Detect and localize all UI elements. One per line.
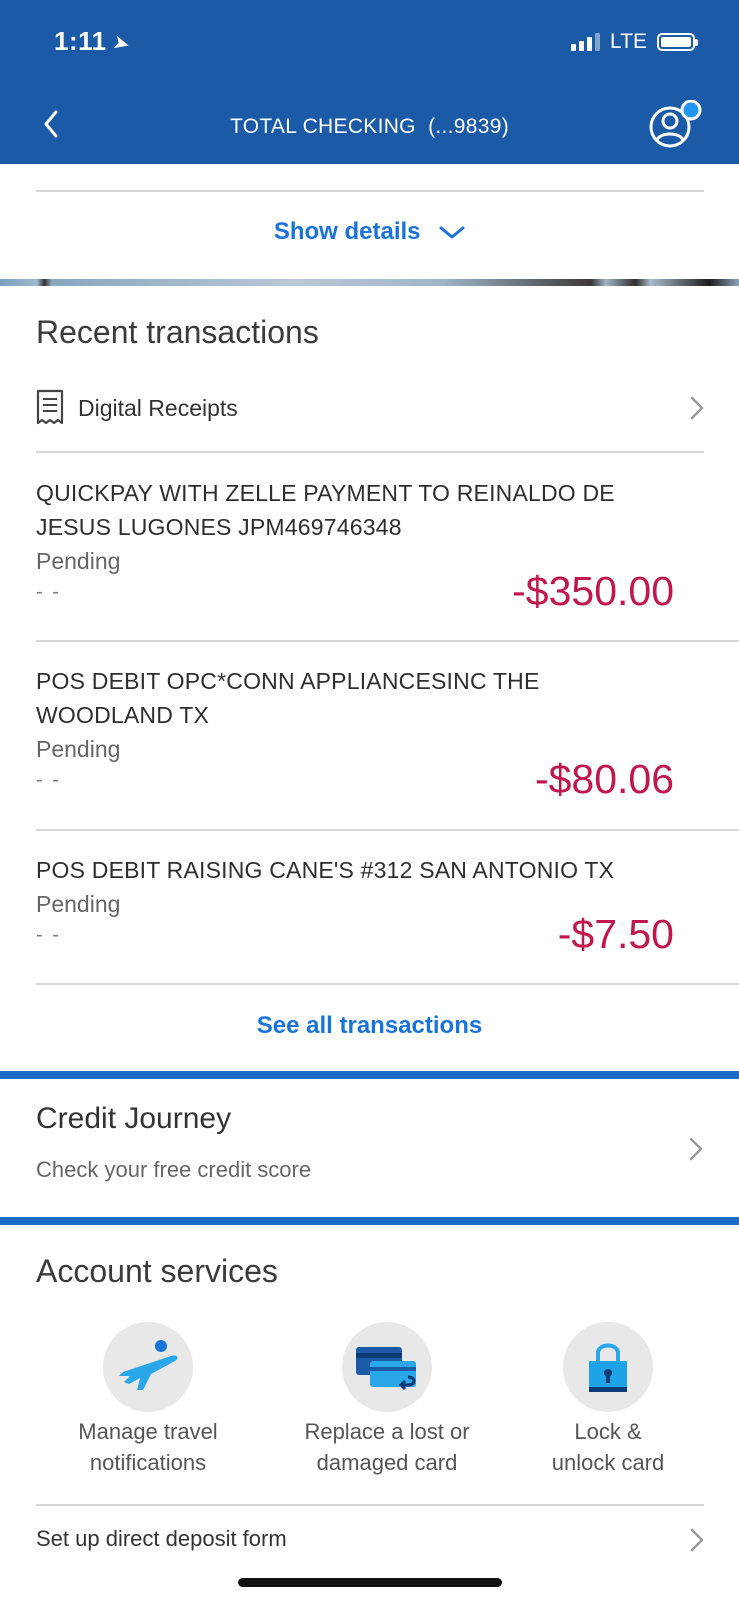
- chevron-right-icon: [689, 1137, 703, 1161]
- service-label-line: Replace a lost or: [304, 1419, 470, 1444]
- service-label-line: notifications: [89, 1450, 207, 1475]
- service-label-line: Manage travel: [78, 1419, 218, 1444]
- transaction-amount: -$350.00: [512, 568, 674, 614]
- signal-strength-icon: [571, 33, 601, 51]
- location-arrow-icon: ➤: [109, 31, 133, 57]
- transaction-description: POS DEBIT RAISING CANE'S #312 SAN ANTONI…: [36, 857, 615, 883]
- account-services-heading: Account services: [36, 1253, 278, 1289]
- service-label-line: Lock &: [574, 1419, 642, 1444]
- account-services-grid: Manage travel notifications Replace a lo…: [36, 1322, 704, 1482]
- page-title: TOTAL CHECKING (...9839): [229, 115, 509, 138]
- header-bar: 1:11 ➤ LTE TOTAL CHECKING (...9839): [0, 0, 739, 164]
- see-all-transactions-link[interactable]: See all transactions: [0, 1012, 739, 1040]
- status-time: 1:11 ➤: [54, 26, 133, 57]
- recent-transactions-heading: Recent transactions: [36, 314, 319, 350]
- receipt-icon: [36, 389, 64, 425]
- credit-journey-card[interactable]: Credit Journey Check your free credit sc…: [0, 1079, 739, 1217]
- replace-card-button[interactable]: Replace a lost or damaged card: [277, 1322, 497, 1478]
- battery-icon: [657, 33, 698, 51]
- direct-deposit-row[interactable]: Set up direct deposit form: [36, 1526, 704, 1552]
- service-label: Manage travel notifications: [38, 1416, 258, 1478]
- divider: [36, 640, 739, 642]
- section-separator: [0, 1071, 739, 1079]
- service-label: Lock & unlock card: [498, 1416, 718, 1478]
- digital-receipts-label: Digital Receipts: [78, 394, 238, 421]
- chevron-right-icon: [690, 1528, 704, 1552]
- transaction-description: QUICKPAY WITH ZELLE PAYMENT TO REINALDO …: [36, 480, 615, 540]
- divider: [36, 1504, 704, 1506]
- replace-card-icon: [342, 1322, 432, 1412]
- service-label-line: unlock card: [551, 1450, 665, 1475]
- transaction-amount: -$7.50: [557, 911, 674, 957]
- service-label-line: damaged card: [316, 1450, 458, 1475]
- lock-unlock-card-button[interactable]: Lock & unlock card: [498, 1322, 718, 1478]
- service-label: Replace a lost or damaged card: [277, 1416, 497, 1478]
- transaction-row[interactable]: QUICKPAY WITH ZELLE PAYMENT TO REINALDO …: [36, 476, 704, 614]
- credit-journey-title: Credit Journey: [36, 1102, 232, 1135]
- status-time-text: 1:11: [54, 26, 107, 56]
- divider: [36, 190, 704, 192]
- credit-journey-subtitle: Check your free credit score: [36, 1157, 312, 1182]
- section-separator: [0, 1217, 739, 1225]
- status-indicators: LTE: [571, 30, 698, 54]
- transaction-row[interactable]: POS DEBIT OPC*CONN APPLIANCESINC THE WOO…: [36, 664, 704, 802]
- home-indicator[interactable]: [238, 1578, 502, 1587]
- divider: [36, 451, 704, 453]
- chevron-right-icon: [690, 396, 704, 420]
- digital-receipts-row[interactable]: Digital Receipts: [36, 386, 704, 430]
- direct-deposit-label: Set up direct deposit form: [36, 1526, 287, 1551]
- background-photo-strip: [0, 279, 739, 286]
- show-details-label: Show details: [273, 218, 421, 245]
- lock-icon: [563, 1322, 653, 1412]
- profile-button[interactable]: [648, 99, 702, 150]
- divider: [36, 829, 739, 831]
- transaction-description: POS DEBIT OPC*CONN APPLIANCESINC THE WOO…: [36, 668, 540, 728]
- airplane-icon: [103, 1322, 193, 1412]
- divider: [36, 983, 739, 985]
- network-type: LTE: [610, 30, 647, 53]
- chevron-down-icon: [439, 226, 465, 239]
- profile-icon: [649, 99, 702, 148]
- manage-travel-notifications-button[interactable]: Manage travel notifications: [38, 1322, 258, 1478]
- transaction-amount: -$80.06: [534, 756, 674, 802]
- show-details-button[interactable]: Show details: [0, 218, 739, 246]
- transaction-row[interactable]: POS DEBIT RAISING CANE'S #312 SAN ANTONI…: [36, 853, 704, 957]
